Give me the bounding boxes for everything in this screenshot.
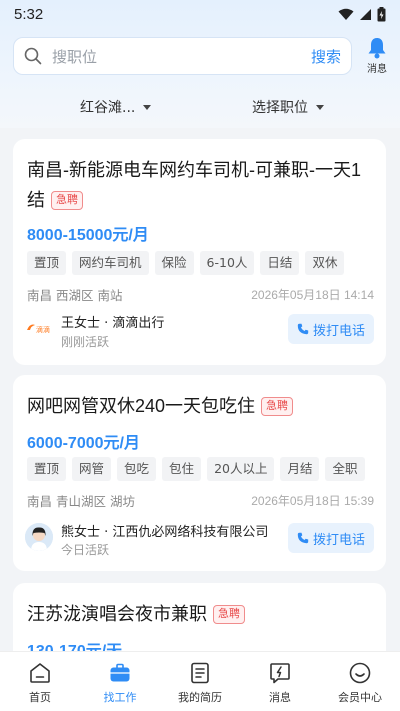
- call-label: 拨打电话: [312, 532, 365, 548]
- active-status: 刚刚活跃: [61, 335, 110, 349]
- tag: 网管: [72, 457, 112, 481]
- tag: 保险: [154, 251, 194, 275]
- tab-label: 找工作: [103, 691, 137, 704]
- tag: 置顶: [27, 251, 67, 275]
- didi-logo-mark: 滴滴: [27, 324, 50, 334]
- tab-member-center[interactable]: 会员中心: [320, 652, 400, 711]
- tag: 置顶: [27, 457, 67, 481]
- position-filter[interactable]: 选择职位: [252, 92, 324, 122]
- tab-home[interactable]: 首页: [0, 652, 80, 711]
- didi-logo: 滴滴: [25, 314, 53, 342]
- tag: 包吃: [117, 457, 157, 481]
- tab-label: 首页: [29, 691, 51, 704]
- job-title: 网吧网管双休240一天包吃住 急聘: [27, 391, 294, 421]
- recruiter-name: 熊女士 · 江西仇必网络科技有限公司: [61, 525, 269, 540]
- tab-resume[interactable]: 我的简历: [160, 652, 240, 711]
- tab-label: 会员中心: [338, 691, 382, 704]
- tab-find-job[interactable]: 找工作: [80, 652, 160, 711]
- tab-messages[interactable]: 消息: [240, 652, 320, 711]
- job-title-text: 汪苏泷演唱会夜市兼职: [27, 604, 207, 624]
- tag: 包住: [162, 457, 202, 481]
- tag: 双休: [305, 251, 345, 275]
- job-title-text: 网吧网管双休240一天包吃住: [27, 396, 256, 416]
- tag: 月结: [280, 457, 320, 481]
- tag: 日结: [260, 251, 300, 275]
- job-title: 汪苏泷演唱会夜市兼职 急聘: [27, 599, 245, 629]
- position-filter-label: 选择职位: [252, 100, 308, 116]
- salary: 6000-7000元/月: [27, 435, 140, 452]
- post-time: 2026年05月18日 14:14: [251, 288, 374, 302]
- status-icons: [338, 6, 386, 22]
- didi-logo-text: 滴滴: [36, 325, 50, 334]
- location-filter[interactable]: 红谷滩...: [80, 92, 152, 122]
- search-icon: [24, 47, 42, 65]
- tag-list: 置顶 网约车司机 保险 6-10人 日结 双休: [27, 251, 345, 275]
- dropdown-arrow-icon: [316, 104, 324, 110]
- bell-icon: [368, 38, 386, 59]
- search-placeholder: 搜职位: [52, 47, 98, 66]
- job-location: 南昌 青山湖区 湖坊: [27, 494, 135, 509]
- job-location: 南昌 西湖区 南站: [27, 288, 123, 303]
- urgent-badge: 急聘: [213, 605, 245, 624]
- message-label: 消息: [367, 64, 387, 75]
- resume-icon: [191, 662, 209, 684]
- dropdown-arrow-icon: [143, 104, 152, 110]
- message-icon: [270, 663, 290, 684]
- avatar: [25, 523, 53, 551]
- call-label: 拨打电话: [312, 323, 365, 339]
- tag: 网约车司机: [72, 251, 149, 275]
- urgent-badge: 急聘: [51, 191, 83, 210]
- job-card[interactable]: 网吧网管双休240一天包吃住 急聘 6000-7000元/月 置顶 网管 包吃 包…: [13, 375, 386, 571]
- call-button[interactable]: 拨打电话: [288, 523, 374, 553]
- phone-icon: [297, 323, 309, 335]
- phone-icon: [297, 532, 309, 544]
- bottom-tab-bar: 首页 找工作 我的简历 消息 会员中心: [0, 651, 400, 711]
- salary: 8000-15000元/月: [27, 227, 149, 244]
- home-icon: [30, 663, 50, 683]
- active-status: 今日活跃: [61, 543, 110, 557]
- status-time: 5:32: [14, 5, 44, 23]
- search-input[interactable]: 搜职位 搜索: [13, 37, 352, 75]
- tag: 6-10人: [199, 251, 255, 275]
- tag-list: 置顶 网管 包吃 包住 20人以上 月结 全职: [27, 457, 365, 481]
- tag: 全职: [325, 457, 365, 481]
- filter-bar: 红谷滩... 选择职位: [0, 92, 400, 122]
- job-title-line-1: 南昌-新能源电车网约车司机-可兼职-一天1: [27, 160, 361, 180]
- job-title: 南昌-新能源电车网约车司机-可兼职-一天1 结急聘: [27, 155, 377, 215]
- call-button[interactable]: 拨打电话: [288, 314, 374, 344]
- post-time: 2026年05月18日 15:39: [251, 494, 374, 508]
- wifi-icon: [338, 8, 354, 20]
- urgent-badge: 急聘: [261, 397, 294, 416]
- tag: 20人以上: [207, 457, 275, 481]
- status-bar: 5:32: [0, 0, 400, 28]
- location-filter-label: 红谷滩...: [80, 100, 136, 116]
- search-button[interactable]: 搜索: [311, 46, 341, 67]
- job-card[interactable]: 南昌-新能源电车网约车司机-可兼职-一天1 结急聘 8000-15000元/月 …: [13, 139, 386, 365]
- job-title-line-2: 结: [27, 190, 45, 210]
- tab-label: 我的简历: [178, 691, 222, 704]
- tab-label: 消息: [269, 691, 291, 704]
- briefcase-icon: [110, 663, 130, 682]
- signal-icon: [360, 8, 371, 20]
- member-icon: [349, 662, 371, 684]
- battery-icon: [377, 6, 386, 21]
- message-button[interactable]: 消息: [362, 37, 392, 77]
- avatar-image: [25, 523, 53, 551]
- recruiter-name: 王女士 · 滴滴出行: [61, 316, 165, 331]
